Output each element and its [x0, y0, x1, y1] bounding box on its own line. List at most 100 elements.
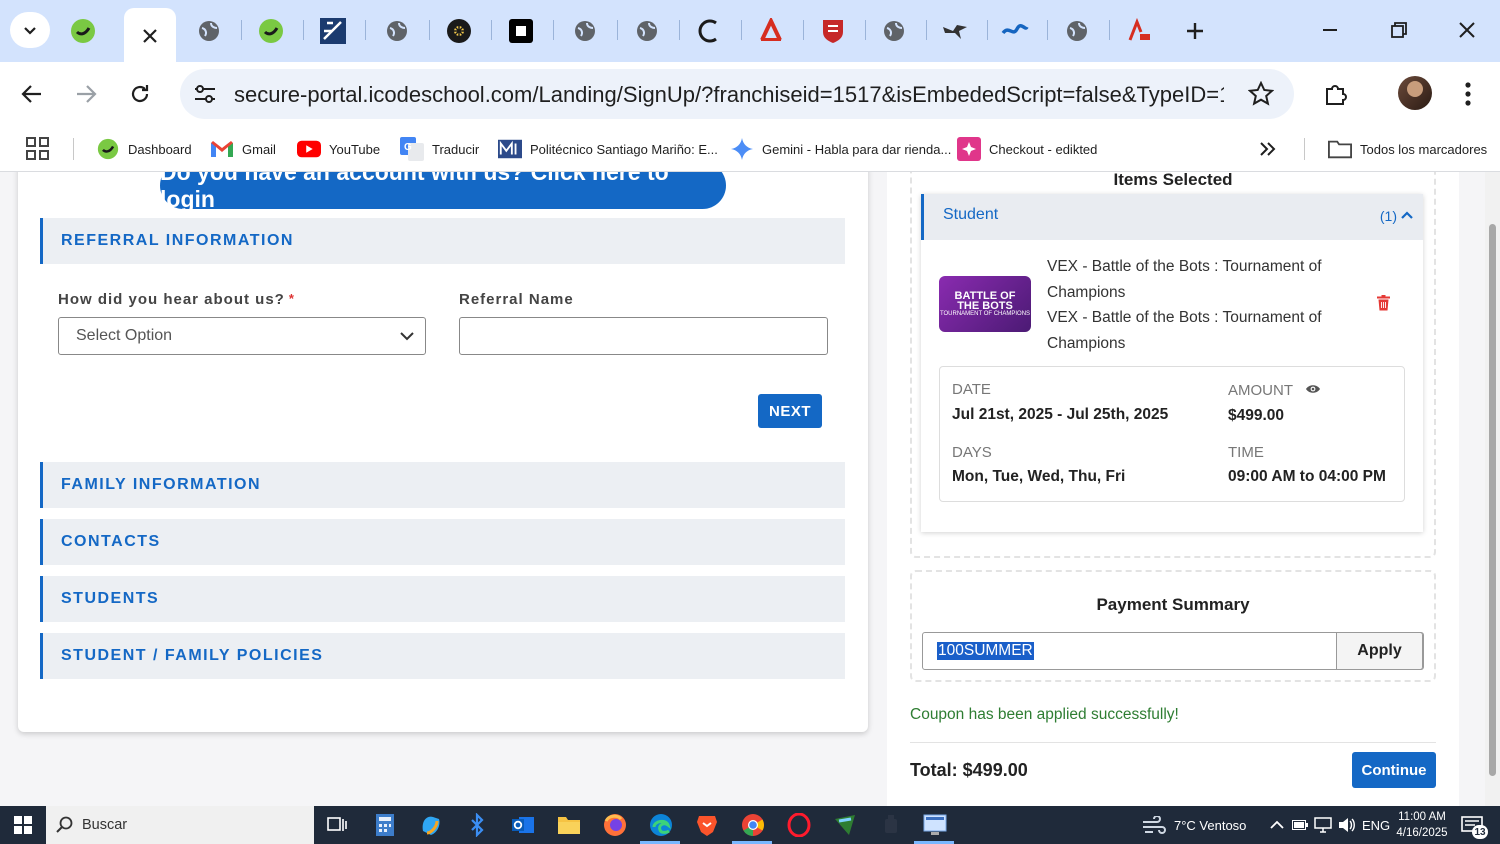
next-button[interactable]: NEXT — [758, 394, 822, 428]
tab-globe-4[interactable] — [630, 14, 664, 48]
section-contacts[interactable]: CONTACTS — [40, 519, 845, 565]
url-text[interactable]: secure-portal.icodeschool.com/Landing/Si… — [234, 82, 1224, 108]
continue-button[interactable]: Continue — [1352, 752, 1436, 788]
taskbar-copilot[interactable] — [418, 812, 444, 838]
scrollbar-thumb[interactable] — [1489, 224, 1496, 776]
tab-red-si[interactable] — [1122, 14, 1156, 48]
close-window-button[interactable] — [1447, 10, 1487, 50]
weather-widget[interactable]: 7°C Ventoso — [1142, 806, 1246, 844]
taskbar-bluetooth[interactable] — [464, 812, 490, 838]
section-family-information[interactable]: FAMILY INFORMATION — [40, 462, 845, 508]
bookmark-youtube[interactable]: YouTube — [297, 136, 380, 162]
bookmark-politecnico[interactable]: Politécnico Santiago Mariño: E... — [498, 136, 718, 162]
tab-globe-5[interactable] — [877, 14, 911, 48]
extensions-button[interactable] — [1316, 74, 1356, 114]
apps-button[interactable] — [26, 136, 50, 162]
tab-red-a[interactable] — [754, 14, 788, 48]
hear-about-us-select[interactable]: Select Option — [58, 317, 426, 355]
eye-icon[interactable] — [1305, 383, 1321, 395]
menu-button[interactable] — [1448, 74, 1488, 114]
profile-avatar[interactable] — [1398, 76, 1432, 110]
taskbar-calculator[interactable] — [372, 812, 398, 838]
tab-square[interactable] — [504, 14, 538, 48]
language-indicator[interactable]: ENG — [1362, 806, 1390, 844]
network-indicator[interactable] — [1314, 806, 1332, 844]
close-icon[interactable] — [142, 28, 158, 44]
tab-search-button[interactable] — [10, 12, 50, 48]
back-button[interactable] — [12, 74, 52, 114]
coupon-code-value[interactable]: 100SUMMER — [937, 642, 1034, 660]
cart-panel: Items Selected Student (1) BATTLE OF THE… — [887, 172, 1459, 806]
bookmark-gmail[interactable]: Gmail — [210, 136, 276, 162]
tab-blue-logo[interactable] — [998, 14, 1032, 48]
tab-globe-3[interactable] — [568, 14, 602, 48]
volume-indicator[interactable] — [1338, 806, 1356, 844]
taskbar-clock[interactable]: 11:00 AM 4/16/2025 — [1392, 809, 1452, 841]
section-students[interactable]: STUDENTS — [40, 576, 845, 622]
referral-name-input[interactable] — [459, 317, 828, 355]
new-tab-button[interactable] — [1178, 14, 1212, 48]
product-thumbnail: BATTLE OF THE BOTS TOURNAMENT OF CHAMPIO… — [939, 276, 1031, 332]
tab-strip — [0, 0, 1500, 64]
taskbar-outlook[interactable] — [510, 812, 536, 838]
required-asterisk: * — [288, 291, 295, 306]
taskbar-search[interactable]: Buscar — [46, 806, 314, 844]
site-info-icon[interactable] — [192, 81, 218, 107]
tab-icodeschool-1[interactable] — [66, 14, 100, 48]
battery-indicator[interactable] — [1292, 806, 1308, 844]
bookmark-checkout[interactable]: Checkout - edikted — [957, 136, 1097, 162]
signup-form-card: Do you have an account with us? Click he… — [18, 172, 868, 732]
tab-shield[interactable] — [816, 14, 850, 48]
taskbar-opera[interactable] — [786, 812, 812, 838]
tab-math-site[interactable] — [316, 14, 350, 48]
show-hidden-icons-button[interactable] — [1270, 806, 1284, 844]
tab-active[interactable] — [124, 8, 176, 64]
battery-icon — [1292, 820, 1308, 830]
tab-icodeschool-2[interactable] — [254, 14, 288, 48]
windows-logo-icon — [14, 816, 32, 834]
taskbar-file-explorer[interactable] — [556, 812, 582, 838]
notification-center-button[interactable]: 13 — [1461, 806, 1488, 844]
student-group-header[interactable]: Student (1) — [921, 194, 1423, 240]
item-details-box: DATE Jul 21st, 2025 - Jul 25th, 2025 AMO… — [939, 366, 1405, 502]
task-view-button[interactable] — [324, 812, 350, 838]
bookmark-dashboard[interactable]: Dashboard — [96, 136, 192, 162]
tab-c-logo[interactable] — [692, 14, 726, 48]
tab-dark-flower[interactable] — [442, 14, 476, 48]
taskbar-app-dark[interactable] — [878, 812, 904, 838]
section-referral-information[interactable]: REFERRAL INFORMATION — [40, 218, 845, 264]
taskbar-app-green[interactable] — [832, 812, 858, 838]
coupon-input[interactable]: 100SUMMER Apply — [922, 632, 1424, 670]
all-bookmarks-button[interactable]: Todos los marcadores — [1328, 136, 1487, 162]
chevron-up-icon[interactable] — [1401, 210, 1413, 220]
restore-button[interactable] — [1379, 10, 1419, 50]
taskbar-edge[interactable] — [648, 812, 674, 838]
svg-text:G: G — [404, 142, 412, 153]
page-scrollbar[interactable] — [1485, 172, 1500, 806]
bookmarks-bar: Dashboard Gmail YouTube G Traducir Polit… — [0, 126, 1500, 172]
tab-globe-6[interactable] — [1060, 14, 1094, 48]
taskbar-app-window[interactable] — [922, 812, 948, 838]
taskbar-firefox[interactable] — [602, 812, 628, 838]
page-content: Do you have an account with us? Click he… — [0, 172, 1500, 806]
address-bar[interactable]: secure-portal.icodeschool.com/Landing/Si… — [180, 69, 1294, 119]
section-student-family-policies[interactable]: STUDENT / FAMILY POLICIES — [40, 633, 845, 679]
globe-icon — [575, 21, 595, 41]
reload-button[interactable] — [120, 74, 160, 114]
tab-globe-1[interactable] — [192, 14, 226, 48]
youtube-icon — [297, 137, 321, 161]
taskbar-brave[interactable] — [694, 812, 720, 838]
bookmark-star-icon[interactable] — [1247, 80, 1275, 107]
login-link-button[interactable]: Do you have an account with us? Click he… — [160, 172, 726, 212]
bookmark-gemini[interactable]: Gemini - Habla para dar rienda... — [730, 136, 951, 162]
bookmark-traducir[interactable]: G Traducir — [400, 136, 479, 162]
tab-globe-2[interactable] — [380, 14, 414, 48]
more-bookmarks-button[interactable] — [1258, 136, 1278, 162]
apply-coupon-button[interactable]: Apply — [1336, 632, 1423, 670]
forward-button[interactable] — [66, 74, 106, 114]
minimize-button[interactable] — [1310, 10, 1350, 50]
remove-item-button[interactable] — [1377, 295, 1390, 316]
start-button[interactable] — [0, 806, 46, 844]
tab-bird[interactable] — [938, 14, 972, 48]
taskbar-chrome[interactable] — [740, 812, 766, 838]
